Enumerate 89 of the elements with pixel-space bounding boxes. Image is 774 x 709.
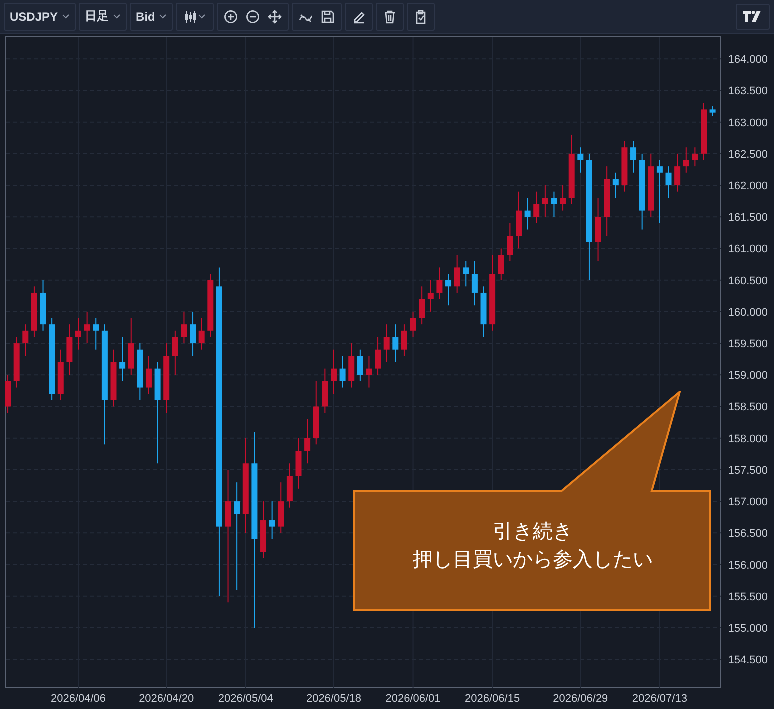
zoom-out-icon <box>246 10 260 24</box>
caret-icon <box>113 14 122 19</box>
candlestick <box>472 260 478 306</box>
caret-icon <box>159 14 168 19</box>
candlestick <box>692 147 698 168</box>
candlestick <box>366 356 372 388</box>
pencil-icon <box>352 10 366 24</box>
callout-text: 引き続き <box>493 519 573 543</box>
candlestick <box>666 166 672 199</box>
price-axis-label: 164.000 <box>728 54 768 66</box>
price-axis-label: 162.500 <box>728 148 768 161</box>
save-icon <box>321 10 336 24</box>
price-axis-label: 162.000 <box>728 180 768 193</box>
candlestick <box>84 311 90 344</box>
date-axis-label: 2026/06/29 <box>553 693 608 705</box>
candlestick <box>560 185 566 212</box>
candlestick <box>146 356 152 395</box>
clipboard-check-icon <box>414 10 428 24</box>
date-axis-label: 2026/05/18 <box>306 693 362 705</box>
candlestick <box>454 254 460 294</box>
price-axis-label: 157.000 <box>728 496 768 509</box>
candlestick <box>683 147 690 174</box>
candlestick <box>419 286 426 326</box>
candlestick <box>630 140 637 174</box>
candlestick <box>330 349 337 395</box>
candlestick <box>181 311 188 344</box>
price-axis-label: 157.500 <box>728 464 768 477</box>
logo-button[interactable] <box>736 4 770 30</box>
date-axis-label: 2026/06/01 <box>386 693 441 705</box>
candlestick <box>304 418 311 464</box>
price-axis-label: 163.500 <box>728 86 768 98</box>
candlestick <box>120 336 126 382</box>
candlestick <box>542 185 548 218</box>
price-axis-label: 155.000 <box>728 622 768 635</box>
candlestick <box>22 324 29 357</box>
price-axis-label: 154.500 <box>728 654 768 667</box>
candlestick <box>498 248 504 281</box>
candlestick <box>401 324 408 357</box>
price-axis-label: 159.000 <box>728 370 768 382</box>
date-axis-label: 2026/06/15 <box>465 693 520 705</box>
candlestick <box>524 198 531 230</box>
candlestick <box>710 106 716 117</box>
date-axis-label: 2026/04/06 <box>50 693 106 705</box>
candlestick <box>340 356 346 388</box>
candlestick <box>507 222 514 262</box>
price-axis-label: 160.000 <box>728 306 768 319</box>
candlestick <box>551 191 558 218</box>
price-axis-label: 158.500 <box>728 402 768 414</box>
move-icon <box>268 10 282 24</box>
candlestick <box>76 318 82 350</box>
price-axis-label: 156.500 <box>728 528 768 540</box>
candlestick <box>357 349 364 382</box>
candlestick <box>234 482 240 591</box>
candlestick <box>198 318 205 350</box>
candlestick <box>375 336 382 376</box>
candlestick <box>410 311 416 338</box>
price-axis-label: 158.000 <box>728 433 768 446</box>
candlestick <box>428 280 434 312</box>
price-axis-label: 163.000 <box>728 117 768 130</box>
date-axis-label: 2026/04/20 <box>139 693 194 705</box>
candlestick <box>612 172 619 199</box>
price-axis-label: 159.500 <box>728 338 768 351</box>
price-axis-label: 161.000 <box>728 244 768 256</box>
price-axis-label: 161.500 <box>728 212 768 224</box>
candlestick <box>463 260 470 288</box>
logo-icon <box>743 11 763 22</box>
trash-icon <box>383 10 398 24</box>
caret-icon <box>62 14 70 19</box>
callout-text: 押し目買いから参入したい <box>413 547 653 571</box>
price-axis-label: 155.500 <box>728 591 768 604</box>
candlestick <box>269 501 276 540</box>
candlestick <box>534 191 540 224</box>
caret-icon <box>198 14 206 19</box>
candlestick <box>190 311 196 357</box>
candlestick <box>384 324 390 363</box>
price-axis-label: 160.500 <box>728 275 768 288</box>
price-axis-label: 156.000 <box>728 560 768 572</box>
candlestick <box>93 318 100 350</box>
candlestick <box>674 153 681 192</box>
candlestick <box>578 147 584 174</box>
date-axis-label: 2026/07/13 <box>632 693 688 705</box>
candlestick <box>172 330 178 376</box>
zoom-in-icon <box>224 10 238 24</box>
candlestick-icon <box>184 10 198 24</box>
candlestick <box>392 324 399 363</box>
date-axis-label: 2026/05/04 <box>218 693 274 705</box>
candlestick <box>446 274 452 306</box>
candlestick <box>656 160 663 224</box>
candlestick <box>436 267 443 300</box>
